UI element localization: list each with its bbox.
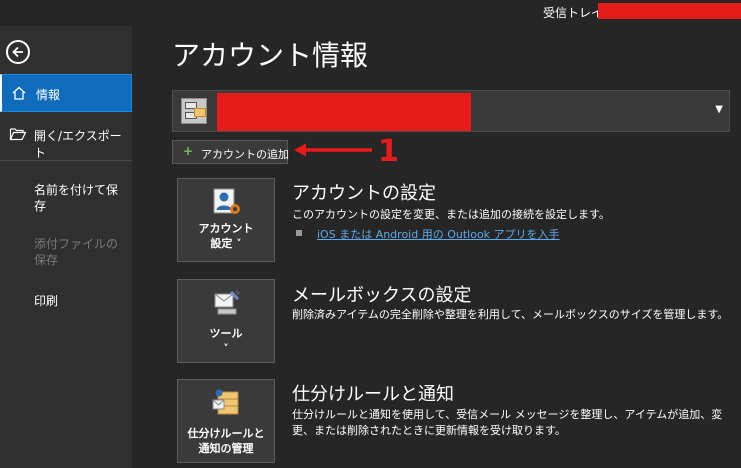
mailbox-settings-description: 削除済みアイテムの完全削除や整理を利用して、メールボックスのサイズを管理します。 [292, 308, 729, 321]
backstage-sidebar: 情報 開く/エクスポート 名前を付けて保存 添付ファイルの保存 印刷 [0, 26, 132, 468]
account-settings-description: このアカウントの設定を変更、または追加の接続を設定します。 [292, 208, 610, 221]
sidebar-item-label: 添付ファイルの保存 [34, 237, 119, 267]
account-file-icon [181, 98, 207, 124]
sidebar-item-label: 情報 [36, 88, 61, 102]
account-settings-button[interactable]: アカウント 設定 ˅ [177, 178, 275, 262]
outlook-mobile-link[interactable]: iOS または Android 用の Outlook アプリを入手 [317, 226, 560, 242]
tools-icon [214, 289, 241, 315]
bullet-icon [296, 230, 302, 236]
chevron-down-icon[interactable]: ▼ [715, 104, 723, 115]
tools-button[interactable]: ツール ˅ [177, 279, 275, 363]
rules-alerts-heading: 仕分けルールと通知 [292, 384, 454, 405]
sidebar-divider [0, 160, 132, 161]
account-settings-icon [213, 188, 240, 214]
plus-icon: + [183, 144, 194, 158]
annotation-number: 1 [378, 134, 399, 169]
home-icon [11, 85, 27, 104]
mailbox-settings-heading: メールボックスの設定 [292, 285, 472, 306]
title-bar: 受信トレイ - [0, 0, 741, 26]
sidebar-item-print[interactable]: 印刷 [0, 292, 132, 310]
tile-label: アカウント 設定 ˅ [198, 222, 254, 250]
redaction-block [598, 3, 741, 19]
sidebar-item-label: 印刷 [34, 294, 59, 308]
add-account-button[interactable]: + アカウントの追加 [172, 140, 289, 164]
account-settings-heading: アカウントの設定 [292, 183, 436, 204]
main-content: アカウント情報 ▼ + アカウントの追加 1 アカウント 設定 ˅ アカウントの [132, 26, 741, 468]
sidebar-item-save-as[interactable]: 名前を付けて保存 [0, 182, 132, 216]
manage-rules-alerts-button[interactable]: 仕分けルールと 通知の管理 [177, 379, 275, 463]
tile-label: ツール ˅ [209, 327, 243, 355]
annotation-arrow-icon [294, 143, 372, 157]
add-account-label: アカウントの追加 [201, 148, 289, 161]
arrow-left-icon [12, 46, 23, 58]
sidebar-item-open-export[interactable]: 開く/エクスポート [0, 124, 132, 160]
sidebar-item-save-attachments: 添付ファイルの保存 [0, 236, 132, 270]
back-button[interactable] [6, 40, 30, 64]
folder-open-icon [9, 126, 27, 145]
sidebar-item-info[interactable]: 情報 [0, 74, 132, 112]
rules-alerts-description: 仕分けルールと通知を使用して、受信メール メッセージを整理し、アイテムが追加、変… [292, 408, 723, 437]
sidebar-item-label: 開く/エクスポート [34, 129, 122, 160]
sidebar-item-label: 名前を付けて保存 [34, 183, 119, 213]
page-title: アカウント情報 [172, 39, 369, 72]
rules-alerts-icon [212, 389, 239, 415]
account-selector[interactable]: ▼ [172, 90, 730, 132]
redaction-block [217, 93, 471, 131]
tile-label: 仕分けルールと 通知の管理 [187, 427, 265, 455]
